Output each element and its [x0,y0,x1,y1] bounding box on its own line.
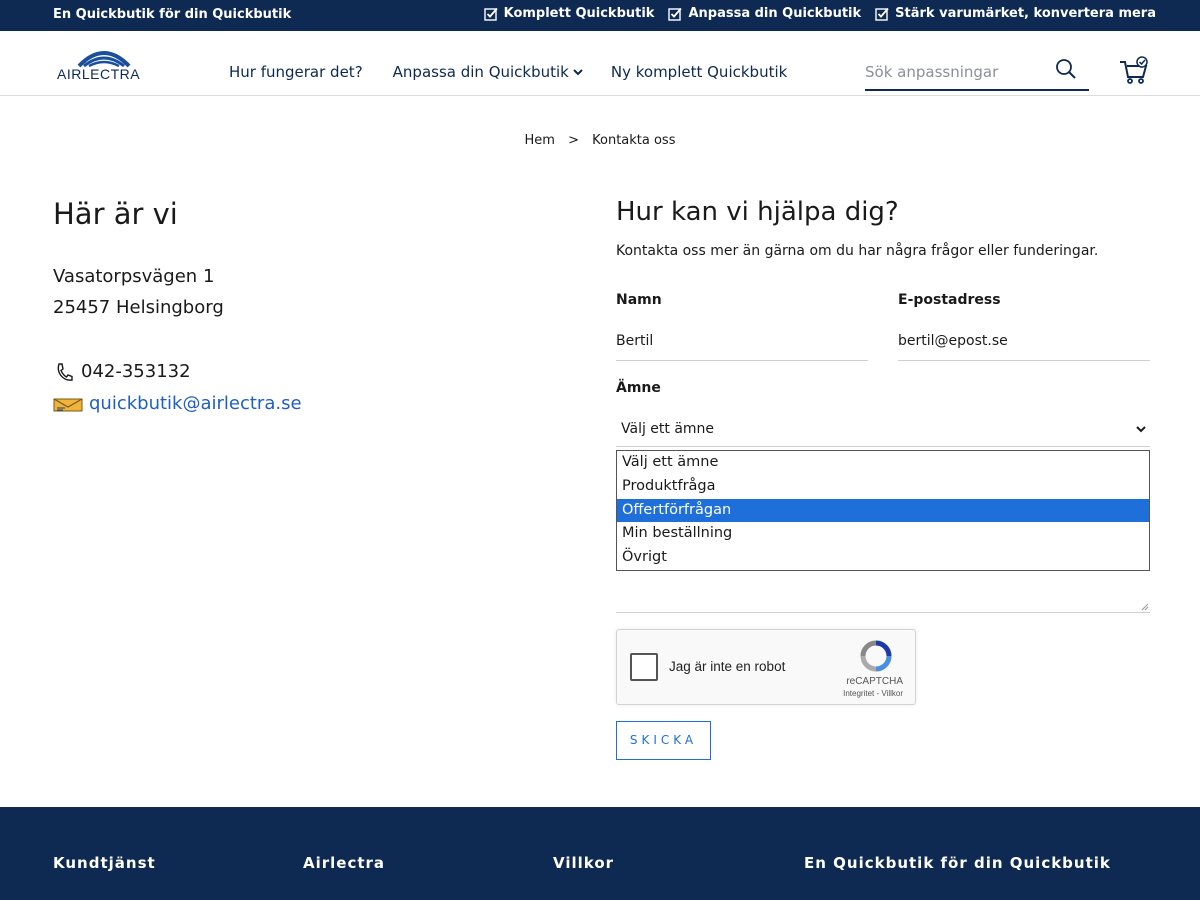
nav-label: Anpassa din Quickbutik [392,63,569,81]
nav-customize[interactable]: Anpassa din Quickbutik [393,63,583,81]
subject-select[interactable]: Välj ett ämne [616,411,1150,447]
subject-selected-value: Välj ett ämne [621,421,715,437]
airlectra-logo[interactable]: AIRLECTRA [57,44,151,84]
recaptcha-checkbox[interactable] [630,653,658,681]
phone-icon [57,362,73,381]
footer-col-tagline: En Quickbutik för din Quickbutik [804,854,1111,872]
search-box [865,56,1089,91]
nav-label: Hur fungerar det? [229,63,363,81]
announcement-bar: En Quickbutik för din Quickbutik Komplet… [0,0,1200,31]
contact-title: Här är vi [53,197,178,231]
usp-item: Komplett Quickbutik [483,6,655,21]
cart-icon[interactable] [1118,55,1150,87]
email-link[interactable]: quickbutik@airlectra.se [89,393,302,414]
name-label: Namn [616,292,662,308]
submit-button[interactable]: SKICKA [616,721,711,760]
subject-option[interactable]: Välj ett ämne [617,451,1149,475]
recaptcha-label: Jag är inte en robot [669,659,786,674]
recaptcha-brand: reCAPTCHA [846,676,903,687]
search-input[interactable] [865,60,1045,84]
topbar-tagline: En Quickbutik för din Quickbutik [53,7,292,22]
usp-list: Komplett Quickbutik Anpassa din Quickbut… [483,6,1156,21]
logo-arc-icon [77,51,131,68]
footer-col-terms: Villkor [553,854,615,872]
chevron-down-icon [1136,426,1146,433]
mail-icon [53,397,83,411]
breadcrumb-current: Kontakta oss [592,133,676,148]
recaptcha-logo-icon [860,640,892,672]
email-field[interactable] [898,321,1150,361]
subject-label: Ämne [616,380,661,396]
address-street: Vasatorpsvägen 1 [53,266,215,287]
usp-label: Stärk varumärket, konvertera mera [895,6,1156,21]
email-row: quickbutik@airlectra.se [53,393,302,414]
footer-col-customer-service: Kundtjänst [53,854,156,872]
message-textarea[interactable] [616,612,1150,613]
main-nav: Hur fungerar det? Anpassa din Quickbutik… [229,63,787,81]
checkbox-check-icon [668,7,683,21]
recaptcha-widget: Jag är inte en robot reCAPTCHA Integrite… [616,629,916,705]
subject-option-highlighted[interactable]: Offertförfrågan [617,498,1149,523]
breadcrumb: Hem > Kontakta oss [0,133,1200,148]
name-field[interactable] [616,321,868,361]
usp-item: Anpassa din Quickbutik [668,6,861,21]
subject-option[interactable]: Min beställning [617,522,1149,546]
form-intro: Kontakta oss mer än gärna om du har någr… [616,243,1099,259]
logo-text: AIRLECTRA [57,66,141,82]
resize-handle-icon[interactable] [1141,603,1149,611]
recaptcha-terms[interactable]: Integritet - Villkor [843,689,903,698]
site-header: AIRLECTRA Hur fungerar det? Anpassa din … [0,31,1200,96]
nav-new-complete[interactable]: Ny komplett Quickbutik [611,63,787,81]
footer-col-airlectra: Airlectra [303,854,386,872]
site-footer: Kundtjänst Airlectra Villkor En Quickbut… [0,807,1200,900]
breadcrumb-home[interactable]: Hem [525,133,555,148]
phone-number[interactable]: 042-353132 [81,361,191,382]
nav-label: Ny komplett Quickbutik [610,63,788,81]
nav-how-it-works[interactable]: Hur fungerar det? [229,63,363,81]
phone-row: 042-353132 [55,361,191,382]
address-city: 25457 Helsingborg [53,297,224,318]
checkbox-check-icon [483,7,498,21]
breadcrumb-separator: > [568,133,579,148]
search-icon[interactable] [1055,58,1077,80]
usp-item: Stärk varumärket, konvertera mera [875,6,1156,21]
subject-option[interactable]: Produktfråga [617,475,1149,499]
subject-dropdown-list: Välj ett ämne Produktfråga Offertförfråg… [616,450,1150,571]
form-title: Hur kan vi hjälpa dig? [616,197,899,227]
subject-option[interactable]: Övrigt [617,546,1149,570]
chevron-down-icon [573,69,583,76]
usp-label: Anpassa din Quickbutik [688,6,862,21]
checkbox-check-icon [875,7,889,21]
email-label: E-postadress [898,292,1001,308]
usp-label: Komplett Quickbutik [503,6,655,21]
